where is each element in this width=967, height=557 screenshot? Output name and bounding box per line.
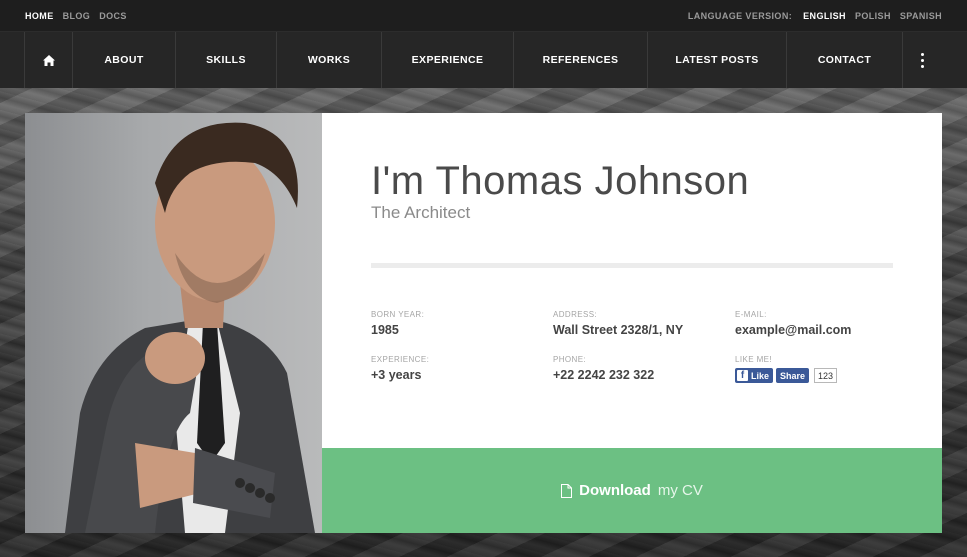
top-links: HOME BLOG DOCS [25, 11, 127, 21]
profile-title: The Architect [371, 203, 471, 222]
language-switcher: LANGUAGE VERSION: ENGLISH POLISH SPANISH [688, 11, 942, 21]
nav-works[interactable]: WORKS [277, 32, 382, 88]
download-label-light: my CV [657, 482, 703, 499]
nav-contact[interactable]: CONTACT [787, 32, 903, 88]
top-link-home[interactable]: HOME [25, 11, 54, 21]
profile-info: I'm Thomas Johnson The Architect BORN YE… [322, 113, 942, 448]
email-label: E-MAIL: [735, 310, 767, 319]
profile-photo [25, 113, 322, 533]
download-cv-button[interactable]: Download my CV [322, 448, 942, 533]
address-label: ADDRESS: [553, 310, 598, 319]
profile-name: I'm Thomas Johnson [371, 159, 750, 203]
experience-label: EXPERIENCE: [371, 355, 430, 364]
nav-about[interactable]: ABOUT [73, 32, 176, 88]
nav-references[interactable]: REFERENCES [514, 32, 648, 88]
home-icon [42, 54, 55, 66]
download-label-strong: Download [579, 482, 651, 499]
nav-more[interactable] [903, 32, 941, 88]
email-field: E-MAIL: example@mail.com [735, 310, 851, 337]
born-year-field: BORN YEAR: 1985 [371, 310, 424, 337]
facebook-like-button[interactable]: f Like [735, 368, 774, 383]
address-value: Wall Street 2328/1, NY [553, 323, 684, 337]
nav-experience[interactable]: EXPERIENCE [382, 32, 514, 88]
top-link-docs[interactable]: DOCS [99, 11, 127, 21]
top-bar: HOME BLOG DOCS LANGUAGE VERSION: ENGLISH… [0, 0, 967, 32]
main-nav: ABOUT SKILLS WORKS EXPERIENCE REFERENCES… [0, 32, 967, 88]
email-value[interactable]: example@mail.com [735, 323, 851, 337]
nav-latest-posts[interactable]: LATEST POSTS [648, 32, 787, 88]
phone-value: +22 2242 232 322 [553, 368, 655, 382]
phone-field: PHONE: +22 2242 232 322 [553, 355, 654, 382]
born-year-label: BORN YEAR: [371, 310, 425, 319]
profile-card: I'm Thomas Johnson The Architect BORN YE… [25, 113, 942, 533]
like-label: LIKE ME! [735, 355, 772, 364]
vertical-dots-icon [920, 52, 924, 68]
language-label: LANGUAGE VERSION: [687, 10, 793, 21]
facebook-like-label: Like [751, 370, 770, 381]
divider [371, 263, 893, 268]
lang-english[interactable]: ENGLISH [803, 11, 846, 21]
experience-value: +3 years [371, 368, 422, 382]
lang-spanish[interactable]: SPANISH [900, 11, 942, 21]
like-field: LIKE ME! f Like Share 123 [735, 355, 838, 383]
nav-skills[interactable]: SKILLS [176, 32, 277, 88]
address-field: ADDRESS: Wall Street 2328/1, NY [553, 310, 683, 337]
facebook-icon: f [737, 370, 748, 381]
born-year-value: 1985 [371, 323, 399, 337]
experience-field: EXPERIENCE: +3 years [371, 355, 429, 382]
facebook-widget: f Like Share 123 [735, 368, 838, 383]
top-link-blog[interactable]: BLOG [63, 11, 91, 21]
document-icon [561, 483, 573, 498]
nav-home[interactable] [24, 32, 73, 88]
facebook-like-count: 123 [814, 368, 838, 383]
phone-label: PHONE: [553, 355, 587, 364]
lang-polish[interactable]: POLISH [855, 11, 891, 21]
facebook-share-button[interactable]: Share [776, 368, 810, 383]
